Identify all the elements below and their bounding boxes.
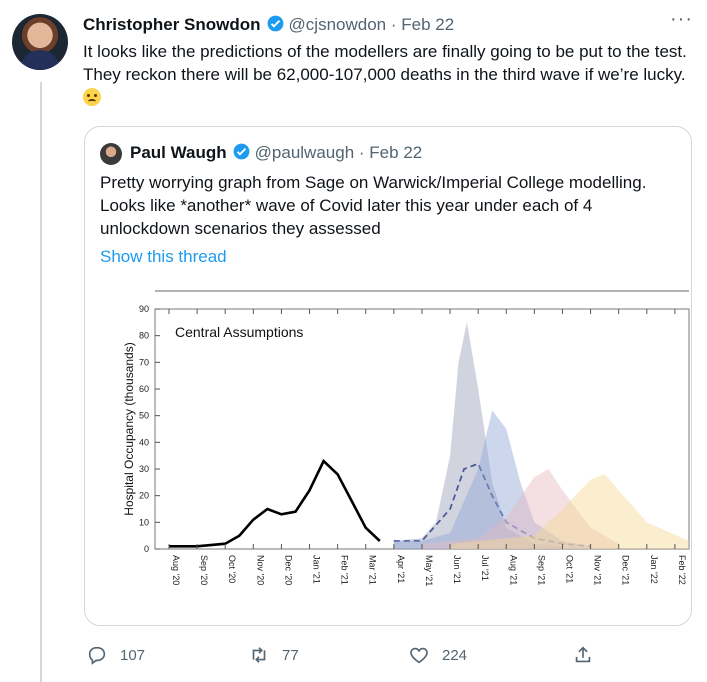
chart-title: Central Assumptions <box>175 324 303 340</box>
y-tick-label: 80 <box>139 331 149 341</box>
hospital-occupancy-chart[interactable]: 0 10 20 30 40 50 60 70 80 90 Aug '20 Sep '20 Oct '20… <box>85 277 691 625</box>
like-button[interactable]: 224 <box>408 644 467 666</box>
y-axis-label: Hospital Occupancy (thousands) <box>122 342 136 515</box>
y-tick-label: 90 <box>139 304 149 314</box>
separator-dot: · <box>390 15 397 34</box>
x-tick-label: Apr '21 <box>396 555 406 583</box>
verified-badge-icon <box>232 142 251 166</box>
tweet-body: It looks like the predictions of the mod… <box>83 42 687 84</box>
more-options-icon[interactable]: ··· <box>670 8 693 31</box>
reply-count: 107 <box>120 646 146 664</box>
reply-button[interactable]: 107 <box>86 644 145 666</box>
author-name[interactable]: Christopher Snowdon <box>83 15 261 34</box>
quoted-tweet-header: Paul Waugh @paulwaugh · Feb 22 <box>130 142 422 166</box>
verified-badge-icon <box>266 14 285 38</box>
quoted-tweet-text: Pretty worrying graph from Sage on Warwi… <box>100 173 647 238</box>
heart-icon <box>410 647 428 664</box>
thread-line <box>40 82 42 682</box>
retweet-icon <box>252 647 266 663</box>
reply-icon <box>88 646 106 665</box>
x-tick-label: May '21 <box>424 555 434 586</box>
quoted-tweet-card[interactable]: Paul Waugh @paulwaugh · Feb 22 Pretty wor… <box>84 126 692 626</box>
x-tick-label: Aug '21 <box>508 555 518 585</box>
x-tick-label: Dec '21 <box>621 555 631 585</box>
y-tick-label: 50 <box>139 411 149 421</box>
y-tick-label: 0 <box>144 544 149 554</box>
x-tick-label: Nov '21 <box>593 555 603 585</box>
author-handle[interactable]: @cjsnowdon <box>289 15 387 34</box>
like-count: 224 <box>442 646 468 664</box>
quoted-author-avatar <box>100 143 122 165</box>
x-tick-label: Sep '20 <box>199 555 209 585</box>
x-tick-label: Jan '21 <box>312 555 322 584</box>
show-thread-link[interactable]: Show this thread <box>100 247 227 267</box>
x-tick-label: Feb '21 <box>340 555 350 585</box>
x-tick-label: Feb '22 <box>677 555 687 585</box>
woozy-face-emoji-icon <box>83 88 101 106</box>
x-tick-label: Nov '20 <box>255 555 265 585</box>
y-tick-label: 20 <box>139 491 149 501</box>
quoted-author-name: Paul Waugh <box>130 143 227 162</box>
share-icon <box>575 646 591 663</box>
quoted-tweet-date: Feb 22 <box>369 143 423 162</box>
x-tick-label: Jul '21 <box>480 555 490 581</box>
y-tick-label: 40 <box>139 437 149 447</box>
series-line-0 <box>169 458 381 548</box>
y-tick-label: 60 <box>139 384 149 394</box>
x-tick-label: Oct '21 <box>564 555 574 583</box>
x-tick-label: Mar '21 <box>368 555 378 585</box>
quoted-author-handle: @paulwaugh <box>254 143 355 162</box>
retweet-count: 77 <box>282 646 299 664</box>
tweet-date[interactable]: Feb 22 <box>401 15 454 34</box>
x-tick-label: Sep '21 <box>536 555 546 585</box>
tweet-text: It looks like the predictions of the mod… <box>83 40 693 109</box>
x-tick-label: Jan '22 <box>649 555 659 584</box>
separator-dot: · <box>358 143 365 162</box>
author-avatar[interactable] <box>12 14 68 70</box>
x-tick-label: Dec '20 <box>283 555 293 585</box>
tweet-actions: 107 77 224 <box>0 644 707 670</box>
x-tick-label: Jun '21 <box>452 555 462 584</box>
x-tick-label: Oct '20 <box>227 555 237 583</box>
x-tick-label: Aug '20 <box>171 555 181 585</box>
retweet-button[interactable]: 77 <box>248 644 299 666</box>
y-tick-label: 70 <box>139 357 149 367</box>
y-tick-label: 10 <box>139 517 149 527</box>
y-tick-label: 30 <box>139 464 149 474</box>
share-button[interactable] <box>572 644 594 666</box>
tweet-header: Christopher Snowdon @cjsnowdon · Feb 22 <box>83 14 454 38</box>
